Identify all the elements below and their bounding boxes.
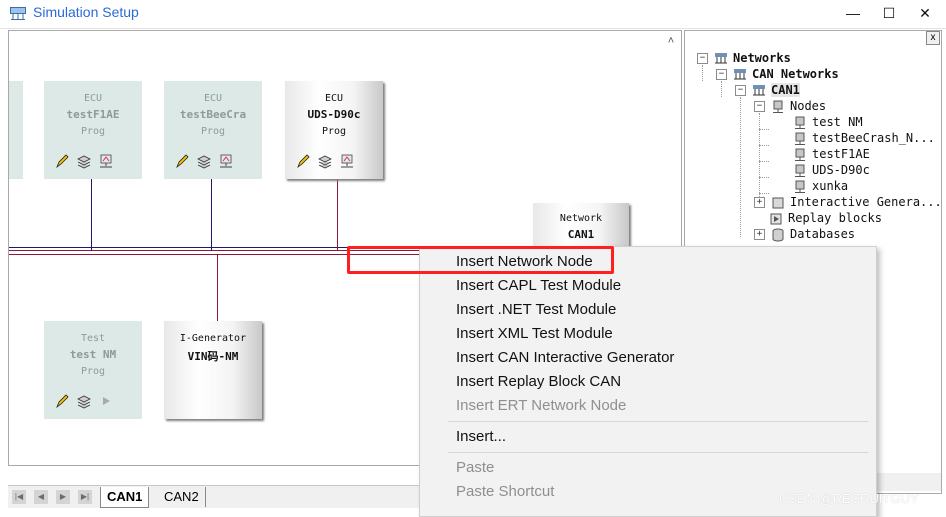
tab-can1[interactable]: CAN1 bbox=[100, 487, 150, 508]
node-type: I-Generator bbox=[179, 333, 247, 344]
computer-icon[interactable] bbox=[98, 153, 114, 169]
network-icon bbox=[715, 52, 727, 63]
node-prog: Prog bbox=[80, 366, 106, 377]
network-icon bbox=[753, 84, 765, 95]
tree-item-nodes[interactable]: − Nodes bbox=[754, 98, 826, 114]
replay-icon bbox=[770, 213, 782, 224]
minimize-button[interactable]: — bbox=[835, 0, 871, 26]
watermark: CSDN @RECRUITGUY bbox=[779, 491, 919, 506]
node-type: Test bbox=[80, 333, 106, 344]
pencil-icon[interactable] bbox=[54, 393, 70, 409]
tree-item-uds-d90c[interactable]: UDS-D90c bbox=[793, 162, 870, 178]
node-name: testBeeCra bbox=[179, 108, 247, 121]
tree-item-xunka[interactable]: xunka bbox=[793, 178, 848, 194]
menu-separator bbox=[448, 452, 868, 453]
expand-icon[interactable]: + bbox=[754, 229, 765, 240]
computer-icon bbox=[795, 164, 805, 177]
node-type: ECU bbox=[83, 93, 103, 104]
node-name: UDS-D90c bbox=[307, 108, 361, 121]
tree-item-interactive-generators[interactable]: + Interactive Genera... bbox=[754, 194, 941, 210]
computer-icon bbox=[795, 132, 805, 145]
menu-item-insert-replay-block-can[interactable]: Insert Replay Block CAN bbox=[456, 373, 621, 390]
computer-icon[interactable] bbox=[339, 153, 355, 169]
tree-item-databases[interactable]: + Databases bbox=[754, 226, 855, 242]
node-type: ECU bbox=[324, 93, 344, 104]
tab-prev-button[interactable]: ◀ bbox=[34, 490, 48, 504]
tab-next-button[interactable]: ▶ bbox=[56, 490, 70, 504]
tree-item-can1[interactable]: − CAN1 bbox=[735, 82, 800, 98]
node-network-can1[interactable]: Network CAN1 bbox=[533, 203, 629, 247]
node-i-generator[interactable]: I-Generator VIN码-NM bbox=[164, 321, 262, 419]
connector-uds bbox=[337, 179, 338, 251]
generator-icon bbox=[772, 197, 784, 208]
stack-icon[interactable] bbox=[196, 153, 212, 169]
menu-item-insert-capl-test-module[interactable]: Insert CAPL Test Module bbox=[456, 277, 621, 294]
simulation-setup-icon bbox=[10, 7, 26, 20]
pencil-icon[interactable] bbox=[54, 153, 70, 169]
menu-item-insert-xml-test-module[interactable]: Insert XML Test Module bbox=[456, 325, 613, 342]
maximize-button[interactable]: ☐ bbox=[871, 0, 907, 26]
computer-icon bbox=[773, 100, 783, 113]
pencil-icon[interactable] bbox=[295, 153, 311, 169]
menu-item-insert-ert-network-node: Insert ERT Network Node bbox=[456, 397, 627, 414]
expand-icon[interactable]: + bbox=[754, 197, 765, 208]
database-icon bbox=[772, 228, 784, 241]
stack-icon[interactable] bbox=[76, 393, 92, 409]
tree-item-networks[interactable]: − Networks bbox=[697, 50, 791, 66]
computer-icon bbox=[795, 116, 805, 129]
node-name: test NM bbox=[69, 348, 117, 361]
node-type: Network bbox=[559, 213, 603, 224]
node-uds-d90c[interactable]: ECU UDS-D90c Prog bbox=[285, 81, 383, 179]
title-bar: Simulation Setup — ☐ ✕ bbox=[0, 0, 946, 29]
collapse-icon[interactable]: − bbox=[697, 53, 708, 64]
menu-item-insert-net-test-module[interactable]: Insert .NET Test Module bbox=[456, 301, 616, 318]
network-tab-strip: |◀ ◀ ▶ ▶| CAN1 CAN2 bbox=[8, 485, 428, 508]
collapse-icon[interactable]: − bbox=[735, 85, 746, 96]
connector-testbeecra bbox=[211, 179, 212, 251]
menu-separator bbox=[448, 421, 868, 422]
stack-icon[interactable] bbox=[76, 153, 92, 169]
play-icon[interactable] bbox=[98, 393, 114, 409]
node-name: VIN码-NM bbox=[187, 350, 239, 363]
tree-item-replay-blocks[interactable]: Replay blocks bbox=[769, 210, 882, 226]
collapse-icon[interactable]: − bbox=[716, 69, 727, 80]
node-name: testF1AE bbox=[66, 108, 120, 121]
computer-icon[interactable] bbox=[218, 153, 234, 169]
node-type: ECU bbox=[203, 93, 223, 104]
close-button[interactable]: ✕ bbox=[907, 0, 943, 26]
node-testbeecra[interactable]: ECU testBeeCra Prog bbox=[164, 81, 262, 179]
connector-testf1ae bbox=[91, 179, 92, 251]
menu-item-insert-ellipsis[interactable]: Insert... bbox=[456, 428, 506, 445]
node-prog: Prog bbox=[321, 126, 347, 137]
tree-item-test-nm[interactable]: test NM bbox=[793, 114, 863, 130]
tree-item-testf1ae[interactable]: testF1AE bbox=[793, 146, 870, 162]
node-test-nm[interactable]: Test test NM Prog bbox=[44, 321, 142, 419]
tab-first-button[interactable]: |◀ bbox=[12, 490, 26, 504]
canvas-scroll-up-button[interactable]: ˄ bbox=[664, 35, 678, 49]
tree-item-can-networks[interactable]: − CAN Networks bbox=[716, 66, 839, 82]
panel-close-button[interactable]: x bbox=[926, 31, 940, 45]
node-partial-left[interactable] bbox=[9, 81, 23, 179]
pencil-icon[interactable] bbox=[174, 153, 190, 169]
tab-can2[interactable]: CAN2 bbox=[158, 487, 206, 507]
tab-last-button[interactable]: ▶| bbox=[78, 490, 92, 504]
stack-icon[interactable] bbox=[317, 153, 333, 169]
node-prog: Prog bbox=[80, 126, 106, 137]
node-testf1ae[interactable]: ECU testF1AE Prog bbox=[44, 81, 142, 179]
highlight-annotation-box bbox=[347, 246, 614, 274]
computer-icon bbox=[795, 180, 805, 193]
node-prog: Prog bbox=[200, 126, 226, 137]
context-menu: Insert Network Node Insert CAPL Test Mod… bbox=[419, 246, 877, 517]
collapse-icon[interactable]: − bbox=[754, 101, 765, 112]
connector-igenerator bbox=[217, 254, 218, 321]
menu-item-paste: Paste bbox=[456, 459, 495, 476]
computer-icon bbox=[795, 148, 805, 161]
menu-item-paste-shortcut: Paste Shortcut bbox=[456, 483, 555, 500]
window-title: Simulation Setup bbox=[33, 4, 139, 20]
menu-item-insert-can-interactive-generator[interactable]: Insert CAN Interactive Generator bbox=[456, 349, 674, 366]
tree-item-testbeecrash[interactable]: testBeeCrash_N... bbox=[793, 130, 935, 146]
network-icon bbox=[734, 68, 746, 79]
node-name: CAN1 bbox=[567, 228, 595, 241]
